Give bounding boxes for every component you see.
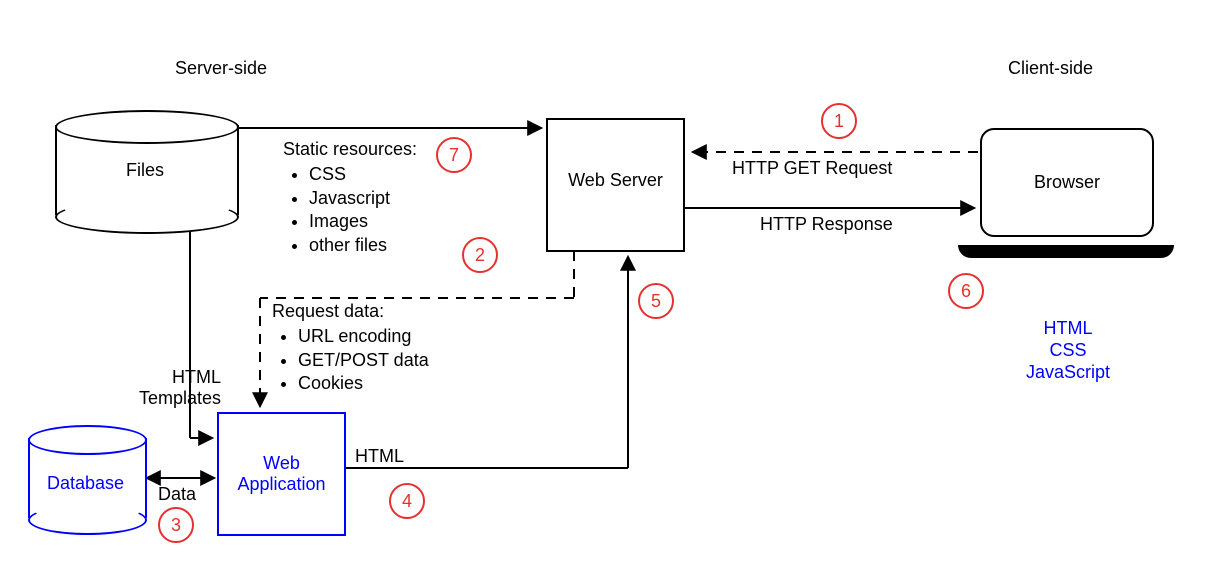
step-circle-6: 6 (948, 273, 984, 309)
step-circle-1: 1 (821, 103, 857, 139)
client-side-label: Client-side (1008, 58, 1093, 79)
client-output-html: HTML (1018, 318, 1118, 339)
static-resources-item: Javascript (309, 187, 417, 210)
client-output-js: JavaScript (1018, 362, 1118, 383)
database-cylinder: Database (28, 425, 143, 535)
request-data-title: Request data: (272, 301, 384, 321)
request-data-item: GET/POST data (298, 349, 429, 372)
laptop-base (958, 245, 1174, 258)
static-resources-title: Static resources: (283, 139, 417, 159)
request-data-block: Request data: URL encoding GET/POST data… (272, 300, 429, 396)
client-output-css: CSS (1018, 340, 1118, 361)
step-circle-5: 5 (638, 283, 674, 319)
files-label: Files (55, 160, 235, 181)
step-circle-7: 7 (436, 137, 472, 173)
database-label: Database (28, 473, 143, 494)
html-edge-label: HTML (355, 446, 404, 467)
static-resources-block: Static resources: CSS Javascript Images … (283, 138, 417, 257)
web-server-label: Web Server (548, 170, 683, 191)
static-resources-item: Images (309, 210, 417, 233)
request-data-item: URL encoding (298, 325, 429, 348)
request-data-item: Cookies (298, 372, 429, 395)
static-resources-item: CSS (309, 163, 417, 186)
data-edge-label: Data (158, 484, 196, 505)
static-resources-item: other files (309, 234, 417, 257)
files-cylinder: Files (55, 110, 235, 230)
browser-box: Browser (980, 128, 1154, 237)
step-circle-2: 2 (462, 237, 498, 273)
browser-label: Browser (1034, 172, 1100, 193)
html-templates-label: HTML Templates (139, 367, 221, 409)
step-circle-3: 3 (158, 507, 194, 543)
web-server-box: Web Server (546, 118, 685, 252)
step-circle-4: 4 (389, 483, 425, 519)
http-get-label: HTTP GET Request (732, 158, 892, 179)
server-side-label: Server-side (175, 58, 267, 79)
web-application-box: Web Application (217, 412, 346, 536)
http-response-label: HTTP Response (760, 214, 893, 235)
web-application-label: Web Application (237, 453, 325, 495)
